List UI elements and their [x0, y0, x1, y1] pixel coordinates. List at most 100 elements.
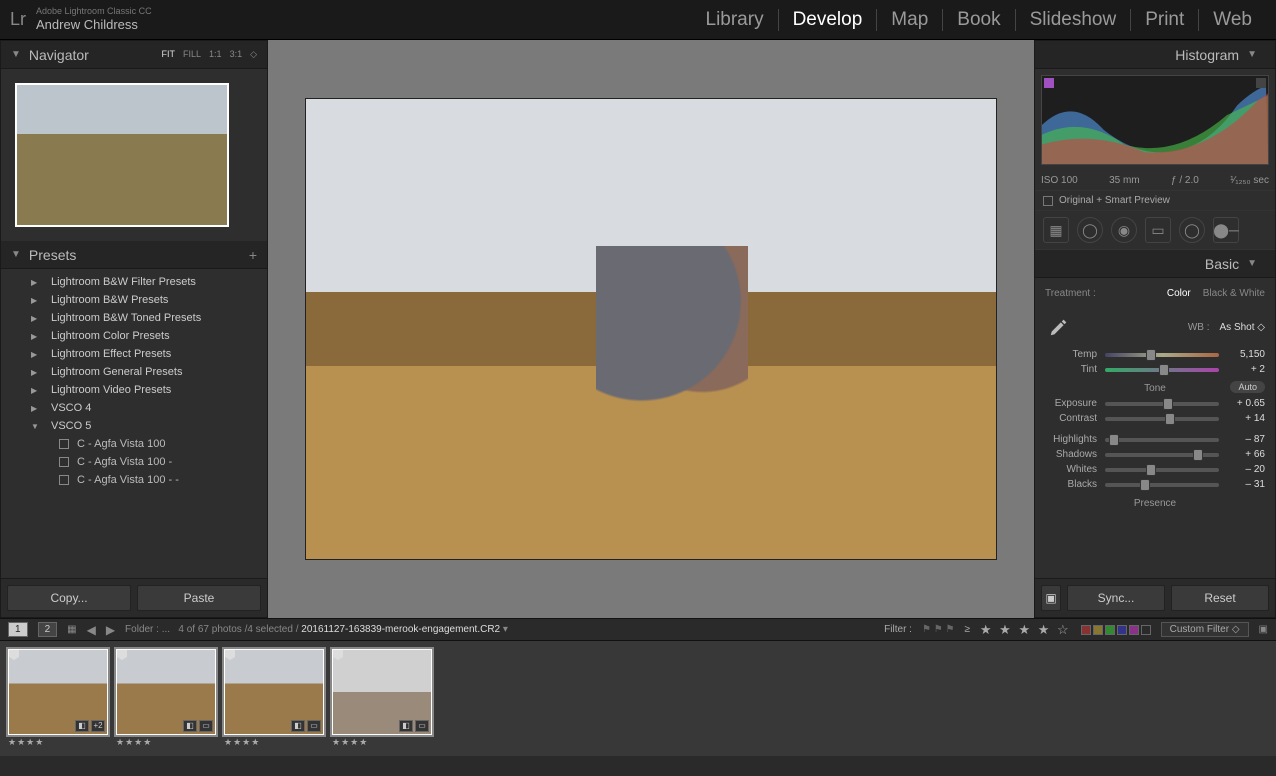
badge-icon: ◧	[291, 720, 305, 732]
preset-item[interactable]: C - Agfa Vista 100 -	[1, 453, 267, 471]
exposure-slider[interactable]: Exposure + 0.65	[1045, 396, 1265, 411]
preset-folder[interactable]: ▶Lightroom B&W Toned Presets	[1, 309, 267, 327]
redeye-tool-icon[interactable]: ◉	[1111, 217, 1137, 243]
secondary-display-1[interactable]: 1	[8, 622, 28, 637]
presence-section: Presence	[1045, 492, 1265, 511]
preset-folder[interactable]: ▶Lightroom General Presets	[1, 363, 267, 381]
auto-tone-button[interactable]: Auto	[1230, 381, 1265, 393]
reset-button[interactable]: Reset	[1171, 585, 1269, 611]
wb-dropper-tool-icon[interactable]	[1045, 313, 1073, 341]
grid-view-icon[interactable]: ▦	[67, 624, 76, 635]
treatment-color[interactable]: Color	[1167, 288, 1191, 299]
zoom-fit[interactable]: FIT	[162, 49, 176, 60]
tone-section: Tone Auto	[1045, 377, 1265, 396]
focal-value: 35 mm	[1109, 175, 1140, 186]
module-map[interactable]: Map	[877, 9, 943, 31]
preset-folder[interactable]: ▶Lightroom Color Presets	[1, 327, 267, 345]
filter-lock-icon[interactable]: ▣	[1259, 624, 1268, 635]
badge-icon: ◧	[75, 720, 89, 732]
filmstrip-thumb[interactable]: ◧+2 ★★★★	[8, 649, 108, 748]
preset-folder[interactable]: ▶Lightroom Effect Presets	[1, 345, 267, 363]
preview-icon	[1043, 196, 1053, 206]
module-web[interactable]: Web	[1199, 9, 1266, 31]
module-develop[interactable]: Develop	[779, 9, 878, 31]
spot-removal-tool-icon[interactable]: ◯	[1077, 217, 1103, 243]
shadow-clip-indicator[interactable]	[1044, 78, 1054, 88]
navigator-thumbnail[interactable]	[1, 69, 267, 241]
navigator-header[interactable]: ▼ Navigator FIT FILL 1:1 3:1 ◇	[1, 41, 267, 69]
chevron-down-icon: ▼	[11, 249, 21, 260]
app-title: Adobe Lightroom Classic CC Andrew Childr…	[36, 6, 152, 32]
chevron-right-icon: ▶	[31, 404, 41, 413]
white-balance-row: WB : As Shot ◇	[1045, 307, 1265, 347]
zoom-1-1[interactable]: 1:1	[209, 49, 222, 60]
filmstrip-thumb[interactable]: ◧▭ ★★★★	[224, 649, 324, 748]
badge-icon: +2	[91, 720, 105, 732]
highlights-slider[interactable]: Highlights – 87	[1045, 432, 1265, 447]
preset-folder[interactable]: ▶Lightroom B&W Presets	[1, 291, 267, 309]
shadows-slider[interactable]: Shadows + 66	[1045, 447, 1265, 462]
flag-icon	[9, 650, 19, 660]
blacks-slider[interactable]: Blacks – 31	[1045, 477, 1265, 492]
filmstrip-thumb[interactable]: ◧▭ ★★★★	[116, 649, 216, 748]
radial-filter-tool-icon[interactable]: ◯	[1179, 217, 1205, 243]
paste-button[interactable]: Paste	[137, 585, 261, 611]
module-library[interactable]: Library	[692, 9, 779, 31]
module-book[interactable]: Book	[943, 9, 1015, 31]
image-canvas[interactable]	[268, 40, 1034, 618]
zoom-3-1[interactable]: 3:1	[230, 49, 243, 60]
copy-button[interactable]: Copy...	[7, 585, 131, 611]
chevron-right-icon: ▶	[31, 296, 41, 305]
badge-icon: ◧	[183, 720, 197, 732]
preset-folder[interactable]: ▶VSCO 4	[1, 399, 267, 417]
module-slideshow[interactable]: Slideshow	[1016, 9, 1132, 31]
preset-folder[interactable]: ▼VSCO 5	[1, 417, 267, 435]
chevron-down-icon: ▼	[1247, 258, 1257, 269]
module-print[interactable]: Print	[1131, 9, 1199, 31]
preset-item[interactable]: C - Agfa Vista 100	[1, 435, 267, 453]
rating-filter[interactable]: ★ ★ ★ ★ ☆	[980, 622, 1071, 638]
main-photo	[305, 98, 997, 560]
prev-photo-icon[interactable]: ◀	[87, 623, 96, 637]
sync-toggle-icon[interactable]: ▣	[1041, 585, 1061, 611]
breadcrumb[interactable]: Folder : ... 4 of 67 photos /4 selected …	[125, 624, 508, 635]
flag-filter-icon[interactable]: ⚑ ⚑ ⚑	[922, 624, 954, 635]
chevron-right-icon: ▶	[31, 386, 41, 395]
basic-panel: Treatment : Color Black & White WB : As …	[1035, 278, 1275, 517]
presets-header[interactable]: ▼ Presets +	[1, 241, 267, 269]
preset-folder[interactable]: ▶Lightroom B&W Filter Presets	[1, 273, 267, 291]
filmstrip[interactable]: ◧+2 ★★★★ ◧▭ ★★★★ ◧▭ ★★★★ ◧▭ ★★★★	[0, 640, 1276, 756]
rating-op[interactable]: ≥	[964, 624, 970, 635]
graduated-filter-tool-icon[interactable]: ▭	[1145, 217, 1171, 243]
custom-filter-select[interactable]: Custom Filter ◇	[1161, 622, 1249, 637]
filter-label: Filter :	[884, 624, 912, 635]
presets-list: ▶Lightroom B&W Filter Presets ▶Lightroom…	[1, 269, 267, 578]
treatment-bw[interactable]: Black & White	[1203, 288, 1265, 299]
next-photo-icon[interactable]: ▶	[106, 623, 115, 637]
wb-preset-select[interactable]: As Shot ◇	[1220, 322, 1266, 333]
contrast-slider[interactable]: Contrast + 14	[1045, 411, 1265, 426]
highlight-clip-indicator[interactable]	[1256, 78, 1266, 88]
histogram-header[interactable]: Histogram ▼	[1035, 41, 1275, 69]
chevron-right-icon: ▶	[31, 368, 41, 377]
secondary-display-2[interactable]: 2	[38, 622, 58, 637]
sync-button[interactable]: Sync...	[1067, 585, 1165, 611]
whites-slider[interactable]: Whites – 20	[1045, 462, 1265, 477]
badge-icon: ▭	[415, 720, 429, 732]
tint-slider[interactable]: Tint + 2	[1045, 362, 1265, 377]
crop-tool-icon[interactable]: ▦	[1043, 217, 1069, 243]
zoom-stepper-icon[interactable]: ◇	[250, 49, 257, 60]
chevron-down-icon: ▼	[1247, 49, 1257, 60]
preset-item[interactable]: C - Agfa Vista 100 - -	[1, 471, 267, 489]
preset-folder[interactable]: ▶Lightroom Video Presets	[1, 381, 267, 399]
basic-header[interactable]: Basic ▼	[1035, 250, 1275, 278]
adjustment-brush-tool-icon[interactable]: ⬤─	[1213, 217, 1239, 243]
temp-slider[interactable]: Temp 5,150	[1045, 347, 1265, 362]
add-preset-icon[interactable]: +	[249, 247, 257, 263]
zoom-fill[interactable]: FILL	[183, 49, 201, 60]
filmstrip-thumb[interactable]: ◧▭ ★★★★	[332, 649, 432, 748]
histogram[interactable]	[1035, 69, 1275, 171]
aperture-value: ƒ / 2.0	[1171, 175, 1199, 186]
color-label-filter[interactable]	[1081, 625, 1151, 635]
chevron-right-icon: ▶	[31, 350, 41, 359]
